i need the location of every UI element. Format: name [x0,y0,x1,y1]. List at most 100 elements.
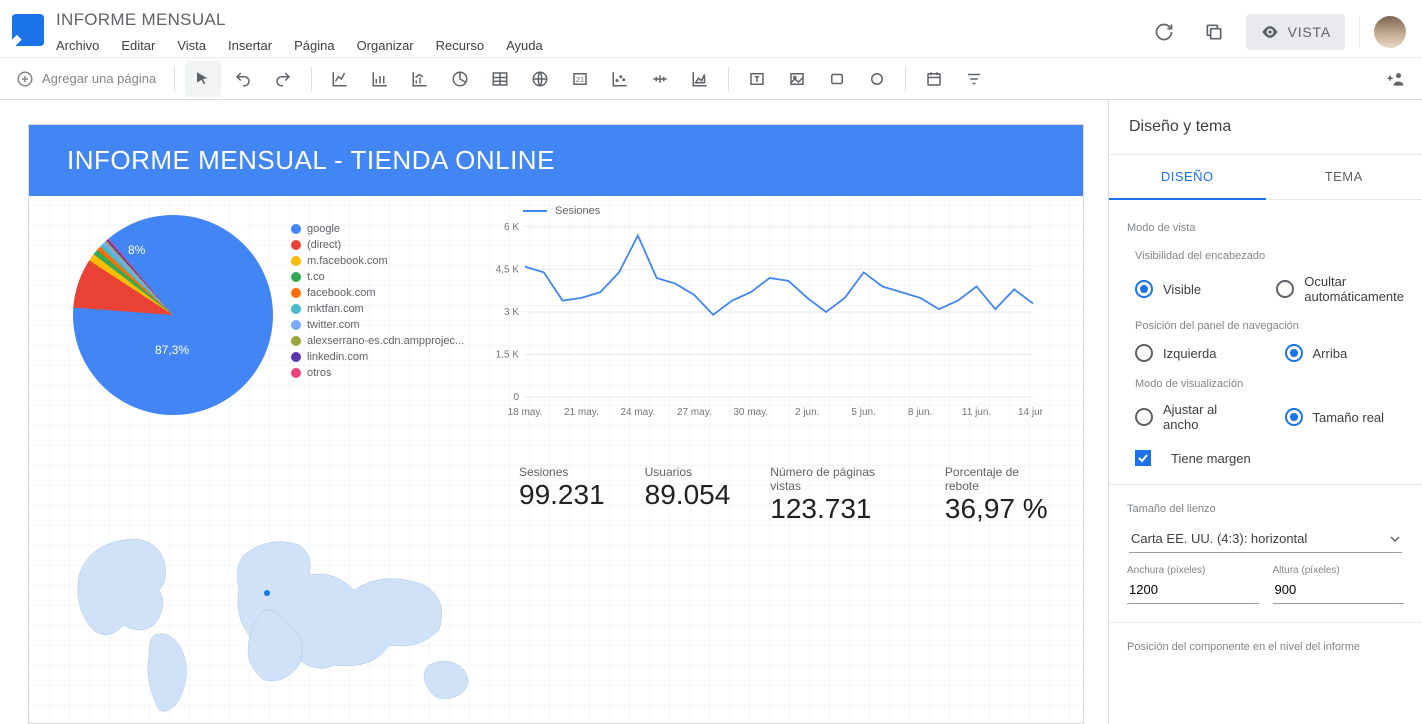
menu-file[interactable]: Archivo [56,38,99,53]
legend-swatch [291,240,301,250]
menu-page[interactable]: Página [294,38,334,53]
kpi-card[interactable]: Usuarios89.054 [645,465,731,525]
menu-help[interactable]: Ayuda [506,38,543,53]
pie-main-percent: 87,3% [155,343,189,357]
checkbox-icon [1135,450,1151,466]
separator [905,67,906,91]
kpi-value: 36,97 % [945,493,1053,525]
app-logo-icon [12,14,44,46]
combo-chart-icon[interactable] [402,61,438,97]
canvas-area[interactable]: INFORME MENSUAL - TIENDA ONLINE 87,3% 8%… [0,100,1108,724]
radio-nav-top[interactable]: Arriba [1285,344,1405,362]
view-mode-label: VISTA [1288,24,1331,40]
image-tool-icon[interactable] [779,61,815,97]
height-label: Altura (píxeles) [1273,565,1405,576]
undo-icon[interactable] [225,61,261,97]
svg-text:21 may.: 21 may. [564,407,599,418]
kpi-row[interactable]: Sesiones99.231 Usuarios89.054 Número de pá… [519,465,1053,525]
menu-bar: Archivo Editar Vista Insertar Página Org… [56,38,543,53]
legend-label: twitter.com [307,317,360,333]
document-title[interactable]: INFORME MENSUAL [56,10,543,30]
checkbox-has-margin[interactable]: Tiene margen [1135,450,1404,466]
legend-label: mktfan.com [307,301,364,317]
scatter-chart-icon[interactable] [602,61,638,97]
section-component-position: Posición del componente en el nivel del … [1127,641,1404,653]
legend-label: linkedin.com [307,349,368,365]
date-range-icon[interactable] [916,61,952,97]
svg-text:18 may.: 18 may. [508,407,543,418]
legend-item: twitter.com [291,317,464,333]
separator [174,67,175,91]
legend-label: alexserrano-es.cdn.ampprojec... [307,333,464,349]
filter-control-icon[interactable] [956,61,992,97]
radio-auto-hide[interactable]: Ocultar automáticamente [1276,274,1404,304]
report-title[interactable]: INFORME MENSUAL - TIENDA ONLINE [29,125,1083,196]
rectangle-tool-icon[interactable] [819,61,855,97]
canvas-width-input[interactable] [1127,576,1259,604]
eye-icon [1260,22,1280,42]
geo-chart-component[interactable] [59,515,489,724]
legend-swatch [291,320,301,330]
canvas-height-input[interactable] [1273,576,1405,604]
select-tool-icon[interactable] [185,61,221,97]
svg-text:24 may.: 24 may. [620,407,655,418]
menu-view[interactable]: Vista [177,38,206,53]
tab-theme[interactable]: TEMA [1266,155,1422,200]
menu-resource[interactable]: Recurso [436,38,484,53]
line-chart-component[interactable]: Sesiones 6 K4,5 K3 K1,5 K018 may.21 may.… [483,205,1063,424]
svg-text:1,5 K: 1,5 K [496,350,520,361]
svg-text:14 jun.: 14 jun. [1018,407,1043,418]
kpi-card[interactable]: Porcentaje de rebote36,97 % [945,465,1053,525]
svg-text:5 jun.: 5 jun. [851,407,875,418]
legend-swatch [291,272,301,282]
kpi-card[interactable]: Número de páginas vistas123.731 [770,465,905,525]
add-page-label: Agregar una página [42,71,156,86]
legend-swatch [291,368,301,378]
pie-second-percent: 8% [128,243,145,257]
legend-label: t.co [307,269,325,285]
app-header: INFORME MENSUAL Archivo Editar Vista Ins… [0,0,1422,58]
radio-visible[interactable]: Visible [1135,274,1246,304]
copy-icon[interactable] [1196,14,1232,50]
user-avatar[interactable] [1374,16,1406,48]
legend-item: (direct) [291,237,464,253]
kpi-label: Sesiones [519,465,605,479]
radio-nav-left[interactable]: Izquierda [1135,344,1255,362]
kpi-label: Número de páginas vistas [770,465,905,493]
svg-text:2 jun.: 2 jun. [795,407,819,418]
kpi-card[interactable]: Sesiones99.231 [519,465,605,525]
scorecard-icon[interactable]: 21 [562,61,598,97]
svg-text:30 may.: 30 may. [733,407,768,418]
pie-chart-icon[interactable] [442,61,478,97]
refresh-icon[interactable] [1146,14,1182,50]
circle-tool-icon[interactable] [859,61,895,97]
table-chart-icon[interactable] [482,61,518,97]
menu-edit[interactable]: Editar [121,38,155,53]
radio-fit-width[interactable]: Ajustar al ancho [1135,402,1255,432]
canvas-preset-select[interactable]: Carta EE. UU. (4:3): horizontal [1129,525,1402,553]
legend-swatch [291,224,301,234]
legend-item: alexserrano-es.cdn.ampprojec... [291,333,464,349]
legend-item: m.facebook.com [291,253,464,269]
report-canvas[interactable]: INFORME MENSUAL - TIENDA ONLINE 87,3% 8%… [28,124,1084,724]
add-page-button[interactable]: Agregar una página [8,70,164,88]
legend-label: google [307,221,340,237]
bullet-chart-icon[interactable] [642,61,678,97]
menu-arrange[interactable]: Organizar [357,38,414,53]
kpi-value: 99.231 [519,479,605,511]
redo-icon[interactable] [265,61,301,97]
legend-label: (direct) [307,237,341,253]
add-people-icon[interactable] [1378,61,1414,97]
pie-chart-component[interactable]: 87,3% 8% google(direct)m.facebook.comt.c… [73,215,473,445]
separator [1109,622,1422,623]
line-chart-icon[interactable] [322,61,358,97]
svg-text:0: 0 [513,392,519,403]
menu-insert[interactable]: Insertar [228,38,272,53]
tab-design[interactable]: DISEÑO [1109,155,1266,200]
radio-actual-size[interactable]: Tamaño real [1285,402,1405,432]
bar-chart-icon[interactable] [362,61,398,97]
text-tool-icon[interactable] [739,61,775,97]
area-chart-icon[interactable] [682,61,718,97]
view-mode-button[interactable]: VISTA [1246,14,1345,50]
geo-chart-icon[interactable] [522,61,558,97]
